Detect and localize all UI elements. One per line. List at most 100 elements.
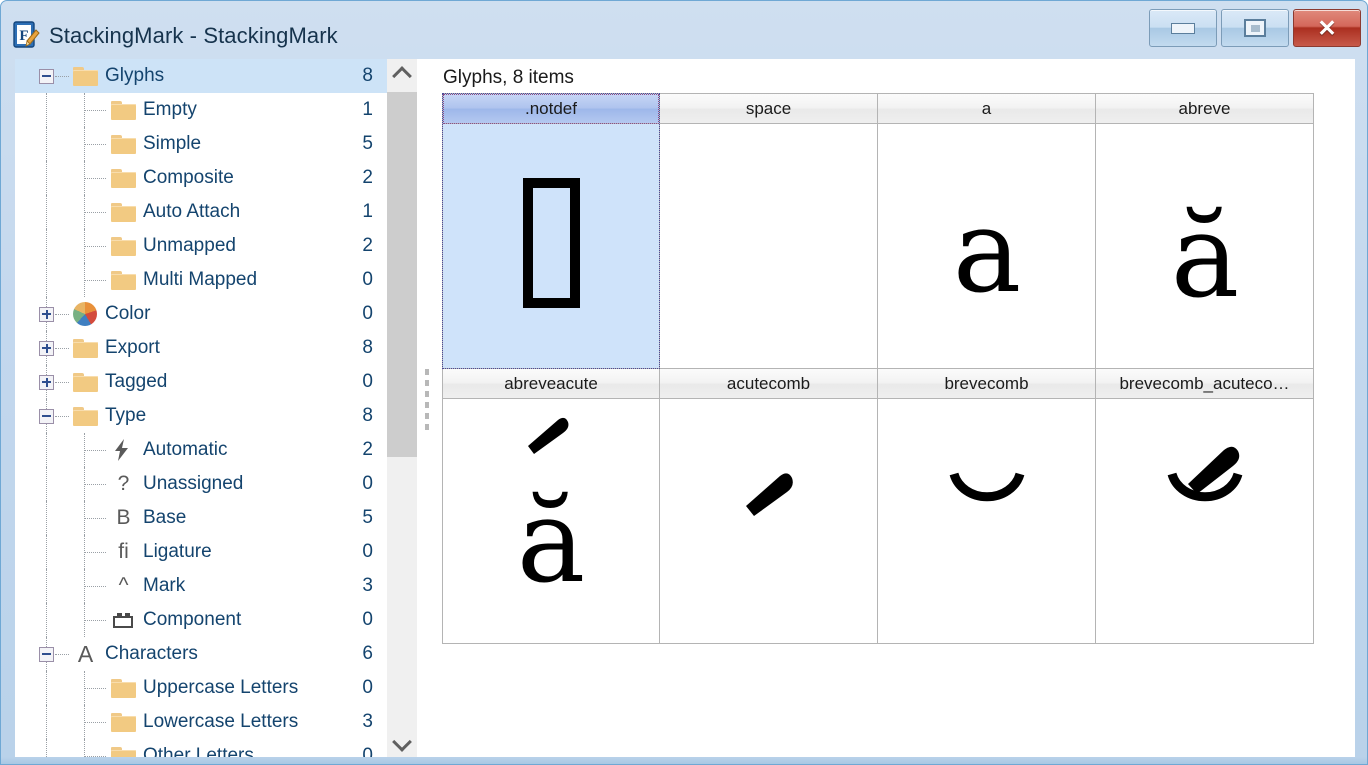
tree-item-label: Ligature bbox=[143, 541, 212, 563]
svg-text:ă: ă bbox=[1170, 190, 1239, 324]
window-controls: ✕ bbox=[1149, 9, 1361, 53]
question-mark-icon: ? bbox=[111, 467, 136, 501]
tree-item-count: 2 bbox=[362, 235, 373, 257]
chevron-down-icon bbox=[392, 732, 412, 752]
close-icon: ✕ bbox=[1317, 17, 1336, 40]
tree-item-glyphs[interactable]: Glyphs8 bbox=[15, 59, 387, 93]
tree-trunk bbox=[46, 433, 47, 467]
maximize-button[interactable] bbox=[1221, 9, 1289, 47]
glyph-grid-pane: Glyphs, 8 items .notdefspaceaaabreveăabr… bbox=[429, 59, 1355, 759]
close-button[interactable]: ✕ bbox=[1293, 9, 1361, 47]
tree-connector bbox=[55, 654, 69, 655]
tree-item-count: 5 bbox=[362, 133, 373, 155]
tree-item-characters[interactable]: ACharacters6 bbox=[15, 637, 387, 671]
tree-item-type[interactable]: Type8 bbox=[15, 399, 387, 433]
tree-connector bbox=[55, 348, 69, 349]
tree-item-label: Composite bbox=[143, 167, 234, 189]
tree-item-unmapped[interactable]: Unmapped2 bbox=[15, 229, 387, 263]
collapse-icon[interactable] bbox=[39, 409, 54, 424]
expand-icon[interactable] bbox=[39, 341, 54, 356]
title-bar: F StackingMark - StackingMark ✕ bbox=[1, 1, 1368, 65]
tree-trunk bbox=[46, 535, 47, 569]
tree-connector bbox=[55, 76, 69, 77]
expand-icon[interactable] bbox=[39, 375, 54, 390]
tree-connector bbox=[84, 246, 106, 247]
tree-item-label: Automatic bbox=[143, 439, 227, 461]
tree-connector bbox=[84, 484, 106, 485]
tree-item-label: Tagged bbox=[105, 371, 167, 393]
letter-a-icon: A bbox=[73, 637, 98, 671]
tree-item-count: 0 bbox=[362, 677, 373, 699]
tree-item-count: 2 bbox=[362, 167, 373, 189]
tree-item-label: Glyphs bbox=[105, 65, 164, 87]
scroll-up-button[interactable] bbox=[387, 59, 417, 89]
glyph-cell[interactable]: acutecomb bbox=[660, 369, 878, 644]
ligature-fi-icon: fi bbox=[111, 540, 136, 564]
collapse-icon[interactable] bbox=[39, 647, 54, 662]
tree-item-mark[interactable]: ^Mark3 bbox=[15, 569, 387, 603]
tree-item-automatic[interactable]: Automatic 2 bbox=[15, 433, 387, 467]
tree-item-count: 3 bbox=[362, 711, 373, 733]
tree-scrollbar[interactable] bbox=[387, 59, 417, 759]
tree-item-ligature[interactable]: fiLigature0 bbox=[15, 535, 387, 569]
tree-item-auto-attach[interactable]: Auto Attach1 bbox=[15, 195, 387, 229]
tree-trunk bbox=[46, 739, 47, 759]
category-tree[interactable]: Glyphs8Empty1Simple5 Composite 2 Auto Attac… bbox=[15, 59, 387, 759]
tree-item-lowercase-letters[interactable]: Lowercase Letters3 bbox=[15, 705, 387, 739]
tree-item-other-letters[interactable]: Other Letters0 bbox=[15, 739, 387, 759]
glyph-preview-letter-a: a bbox=[878, 124, 1095, 368]
glyph-grid[interactable]: .notdefspaceaaabreve ă abreveacute ă acuteco… bbox=[442, 93, 1314, 644]
tree-item-export[interactable]: Export8 bbox=[15, 331, 387, 365]
tree-item-label: Base bbox=[143, 507, 186, 529]
tree-item-simple[interactable]: Simple5 bbox=[15, 127, 387, 161]
svg-text:ă: ă bbox=[517, 475, 586, 609]
tree-item-count: 0 bbox=[362, 303, 373, 325]
collapse-icon[interactable] bbox=[39, 69, 54, 84]
glyph-cell[interactable]: abreveacute ă bbox=[442, 369, 660, 644]
tree-item-base[interactable]: BBase5 bbox=[15, 501, 387, 535]
svg-text:a: a bbox=[952, 185, 1021, 319]
scrollbar-thumb[interactable] bbox=[387, 92, 417, 457]
folder-icon bbox=[73, 365, 98, 399]
minimize-icon bbox=[1171, 23, 1195, 34]
application-window: F StackingMark - StackingMark ✕ Glyphs8E… bbox=[0, 0, 1368, 765]
question-mark-icon: ? bbox=[111, 472, 136, 496]
letter-b-icon: B bbox=[111, 501, 136, 535]
tree-item-unassigned[interactable]: ?Unassigned0 bbox=[15, 467, 387, 501]
tree-item-empty[interactable]: Empty1 bbox=[15, 93, 387, 127]
tree-connector bbox=[55, 416, 69, 417]
glyph-grid-row: abreveacute ă acutecombbrevecombbrevecomb_… bbox=[442, 369, 1314, 644]
glyph-preview-a-breve: ă bbox=[1096, 124, 1313, 368]
glyph-cell[interactable]: .notdef bbox=[442, 93, 660, 369]
tree-item-label: Auto Attach bbox=[143, 201, 240, 223]
glyph-cell[interactable]: space bbox=[660, 93, 878, 369]
minimize-button[interactable] bbox=[1149, 9, 1217, 47]
glyph-cell[interactable]: abreve ă bbox=[1096, 93, 1314, 369]
tree-item-count: 2 bbox=[362, 439, 373, 461]
tree-item-color[interactable]: Color0 bbox=[15, 297, 387, 331]
tree-item-component[interactable]: Component0 bbox=[15, 603, 387, 637]
folder-icon bbox=[111, 229, 136, 263]
glyph-preview-a-breve-acute: ă bbox=[443, 399, 659, 643]
scroll-down-button[interactable] bbox=[387, 729, 417, 759]
tree-item-uppercase-letters[interactable]: Uppercase Letters 0 bbox=[15, 671, 387, 705]
glyph-cell[interactable]: brevecomb_acuteco… bbox=[1096, 369, 1314, 644]
window-title: StackingMark - StackingMark bbox=[49, 23, 338, 49]
tree-item-tagged[interactable]: Tagged0 bbox=[15, 365, 387, 399]
component-icon bbox=[111, 603, 135, 637]
tree-item-label: Uppercase Letters bbox=[143, 677, 298, 699]
tree-item-count: 6 bbox=[362, 643, 373, 665]
glyph-cell-name: abreveacute bbox=[443, 369, 659, 399]
glyph-cell[interactable]: aa bbox=[878, 93, 1096, 369]
glyph-cell-name: brevecomb bbox=[878, 369, 1095, 399]
caret-mark-icon: ^ bbox=[111, 574, 136, 598]
glyph-cell-name: brevecomb_acuteco… bbox=[1096, 369, 1313, 399]
tree-item-multi-mapped[interactable]: Multi Mapped0 bbox=[15, 263, 387, 297]
tree-item-composite[interactable]: Composite 2 bbox=[15, 161, 387, 195]
glyph-cell-name: abreve bbox=[1096, 94, 1313, 124]
glyph-cell[interactable]: brevecomb bbox=[878, 369, 1096, 644]
tree-item-count: 3 bbox=[362, 575, 373, 597]
expand-icon[interactable] bbox=[39, 307, 54, 322]
tree-connector bbox=[84, 110, 106, 111]
glyph-preview-blank bbox=[660, 124, 877, 368]
